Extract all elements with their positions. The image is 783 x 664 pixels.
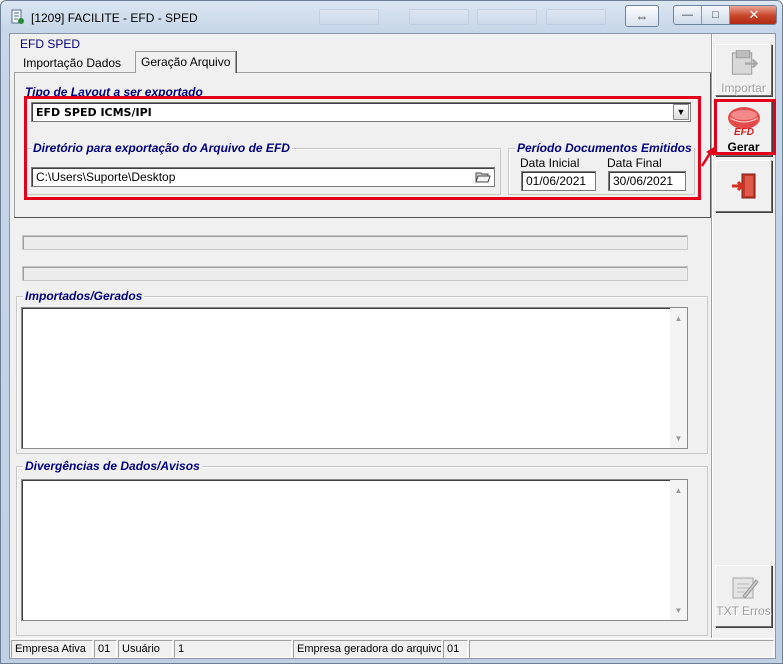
background-taskbar-tab <box>409 9 469 25</box>
status-usuario-value: 1 <box>174 640 292 658</box>
layout-group: Tipo de Layout a ser exportado EFD SPED … <box>21 85 697 123</box>
importar-button-label: Importar <box>721 81 766 95</box>
progress-bar-secondary <box>22 266 688 281</box>
toolbar-separator <box>711 34 713 638</box>
app-icon <box>11 9 24 24</box>
imported-log-scrollbar[interactable]: ▲ ▼ <box>670 308 687 448</box>
scroll-up-icon[interactable]: ▲ <box>670 310 687 326</box>
exit-button[interactable] <box>715 160 772 212</box>
svg-text:EFD: EFD <box>734 127 754 138</box>
background-taskbar-tab <box>477 9 537 25</box>
divergences-group-label: Divergências de Dados/Avisos <box>23 459 202 473</box>
background-taskbar-tab <box>319 9 379 25</box>
minimize-icon: — <box>682 9 693 21</box>
directory-input-value: C:\Users\Suporte\Desktop <box>36 170 176 184</box>
tab-panel-geracao: Tipo de Layout a ser exportado EFD SPED … <box>14 72 711 218</box>
status-empresa-ativa-label: Empresa Ativa <box>11 640 93 658</box>
start-date-value: 01/06/2021 <box>526 174 587 188</box>
status-empresa-geradora-value: 01 <box>443 640 468 658</box>
importar-button[interactable]: Importar <box>715 44 772 96</box>
folder-open-icon[interactable] <box>473 169 493 185</box>
status-empresa-geradora-label: Empresa geradora do arquivo <box>293 640 442 658</box>
gerar-button-label: Gerar <box>727 140 760 154</box>
background-taskbar-tab <box>546 9 606 25</box>
end-date-value: 30/06/2021 <box>613 174 674 188</box>
window-caption-buttons: — □ ✕ <box>673 5 777 25</box>
imported-group: Importados/Gerados ▲ ▼ <box>16 289 708 454</box>
period-group-label: Período Documentos Emitidos <box>515 141 694 155</box>
efd-icon: EFD <box>727 107 760 138</box>
gerar-button[interactable]: EFD Gerar <box>715 100 772 156</box>
txt-erros-button-label: TXT Erros <box>716 604 771 618</box>
status-empty-panel <box>469 640 774 658</box>
imported-group-label: Importados/Gerados <box>23 289 145 303</box>
period-group: Período Documentos Emitidos Data Inicial… <box>508 141 695 195</box>
txt-erros-button[interactable]: TXT Erros <box>715 565 772 627</box>
resize-toggle-button[interactable]: ⇔ <box>625 5 659 27</box>
tab-geracao-arquivo[interactable]: Geração Arquivo <box>135 51 237 73</box>
directory-input[interactable]: C:\Users\Suporte\Desktop <box>31 167 495 187</box>
notepad-pencil-icon <box>732 577 759 599</box>
progress-bar-primary <box>22 235 688 250</box>
efd-sped-group-label: EFD SPED <box>20 37 81 51</box>
scroll-up-icon[interactable]: ▲ <box>670 482 687 498</box>
end-date-label: Data Final <box>607 156 662 170</box>
title-bar[interactable]: [1209] FACILITE - EFD - SPED ⇔ — □ ✕ <box>1 1 782 33</box>
status-empresa-ativa-value: 01 <box>94 640 117 658</box>
tab-importacao-dados[interactable]: Importação Dados <box>18 54 126 73</box>
window-title: [1209] FACILITE - EFD - SPED <box>31 11 198 25</box>
divergences-group: Divergências de Dados/Avisos ▲ ▼ <box>16 459 708 636</box>
layout-select-value: EFD SPED ICMS/IPI <box>36 106 152 119</box>
maximize-icon: □ <box>712 9 719 21</box>
status-usuario-label: Usuário <box>118 640 173 658</box>
end-date-input[interactable]: 30/06/2021 <box>608 171 686 191</box>
status-bar: Empresa Ativa 01 Usuário 1 Empresa gerad… <box>10 638 775 658</box>
directory-group: Diretório para exportação do Arquivo de … <box>24 141 501 195</box>
app-window: [1209] FACILITE - EFD - SPED ⇔ — □ ✕ EFD… <box>0 0 783 664</box>
close-button[interactable]: ✕ <box>730 6 776 24</box>
chevron-down-icon[interactable]: ▼ <box>673 104 689 120</box>
minimize-button[interactable]: — <box>674 6 702 24</box>
start-date-input[interactable]: 01/06/2021 <box>521 171 596 191</box>
maximize-button[interactable]: □ <box>702 6 730 24</box>
scroll-down-icon[interactable]: ▼ <box>670 430 687 446</box>
close-icon: ✕ <box>748 7 760 22</box>
layout-select[interactable]: EFD SPED ICMS/IPI ▼ <box>31 102 691 122</box>
resize-arrows-icon: ⇔ <box>635 8 649 24</box>
directory-group-label: Diretório para exportação do Arquivo de … <box>31 141 292 155</box>
start-date-label: Data Inicial <box>520 156 580 170</box>
exit-door-icon <box>731 173 755 199</box>
divergences-log[interactable]: ▲ ▼ <box>21 479 688 621</box>
client-area: EFD SPED Importação Dados Geração Arquiv… <box>9 33 776 659</box>
scroll-down-icon[interactable]: ▼ <box>670 602 687 618</box>
layout-group-label: Tipo de Layout a ser exportado <box>23 85 205 99</box>
imported-log[interactable]: ▲ ▼ <box>21 307 688 449</box>
importar-icon <box>731 50 758 75</box>
divergences-log-scrollbar[interactable]: ▲ ▼ <box>670 480 687 620</box>
